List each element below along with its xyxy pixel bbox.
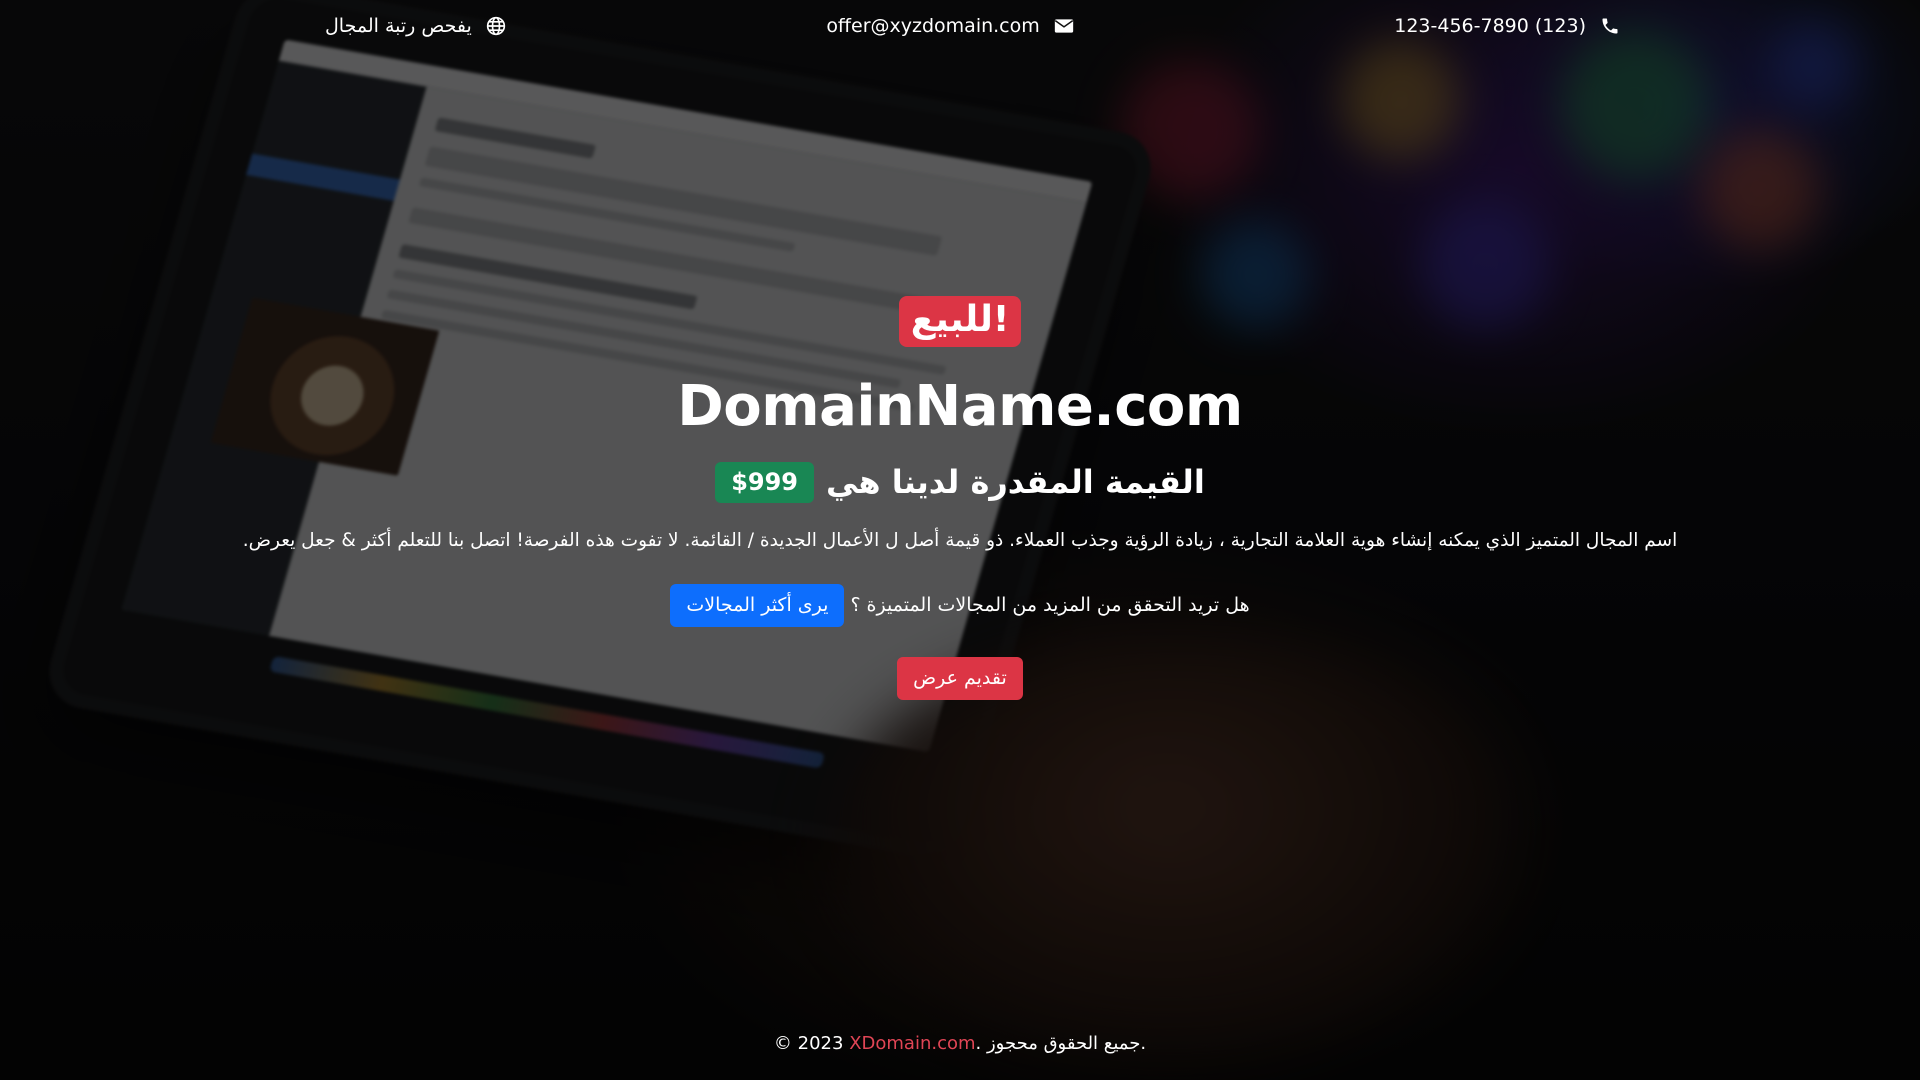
domain-description: اسم المجال المتميز الذي يمكنه إنشاء هوية… xyxy=(242,529,1678,551)
estimated-value-label: القيمة المقدرة لدينا هي xyxy=(826,463,1205,502)
more-domains-question: هل تريد التحقق من المزيد من المجالات الم… xyxy=(850,594,1250,617)
more-domains-line: هل تريد التحقق من المزيد من المجالات الم… xyxy=(670,583,1250,627)
email-address: offer@xyzdomain.com xyxy=(826,15,1040,37)
phone-link[interactable]: 123-456-7890 (123) xyxy=(1394,15,1620,37)
phone-icon xyxy=(1600,16,1620,36)
make-offer-button[interactable]: تقديم عرض xyxy=(897,656,1023,700)
view-more-domains-button[interactable]: يرى أكثر المجالات xyxy=(670,583,845,627)
copyright-year: © 2023 xyxy=(773,1033,844,1054)
domain-rank-link[interactable]: يفحص رتبة المجال xyxy=(325,15,506,37)
top-info-bar: يفحص رتبة المجال offer@xyzdomain.com 123… xyxy=(0,0,1920,52)
domain-name-title: DomainName.com xyxy=(677,374,1243,440)
copyright-rights: . جميع الحقوق محجوز. xyxy=(975,1033,1147,1054)
page: يفحص رتبة المجال offer@xyzdomain.com 123… xyxy=(0,0,1920,1080)
estimated-value-line: القيمة المقدرة لدينا هي $999 xyxy=(715,461,1205,503)
footer-site-link[interactable]: XDomain.com xyxy=(849,1033,975,1054)
globe-icon xyxy=(486,16,506,36)
price-badge: $999 xyxy=(715,461,814,503)
footer-copyright: © 2023 XDomain.com. جميع الحقوق محجوز. xyxy=(0,1033,1920,1054)
email-link[interactable]: offer@xyzdomain.com xyxy=(826,15,1073,37)
phone-number: 123-456-7890 (123) xyxy=(1394,15,1586,37)
domain-rank-label: يفحص رتبة المجال xyxy=(325,15,472,37)
for-sale-badge: للبيع! xyxy=(898,296,1022,348)
envelope-icon xyxy=(1054,16,1074,36)
hero-section: للبيع! DomainName.com القيمة المقدرة لدي… xyxy=(0,296,1920,700)
